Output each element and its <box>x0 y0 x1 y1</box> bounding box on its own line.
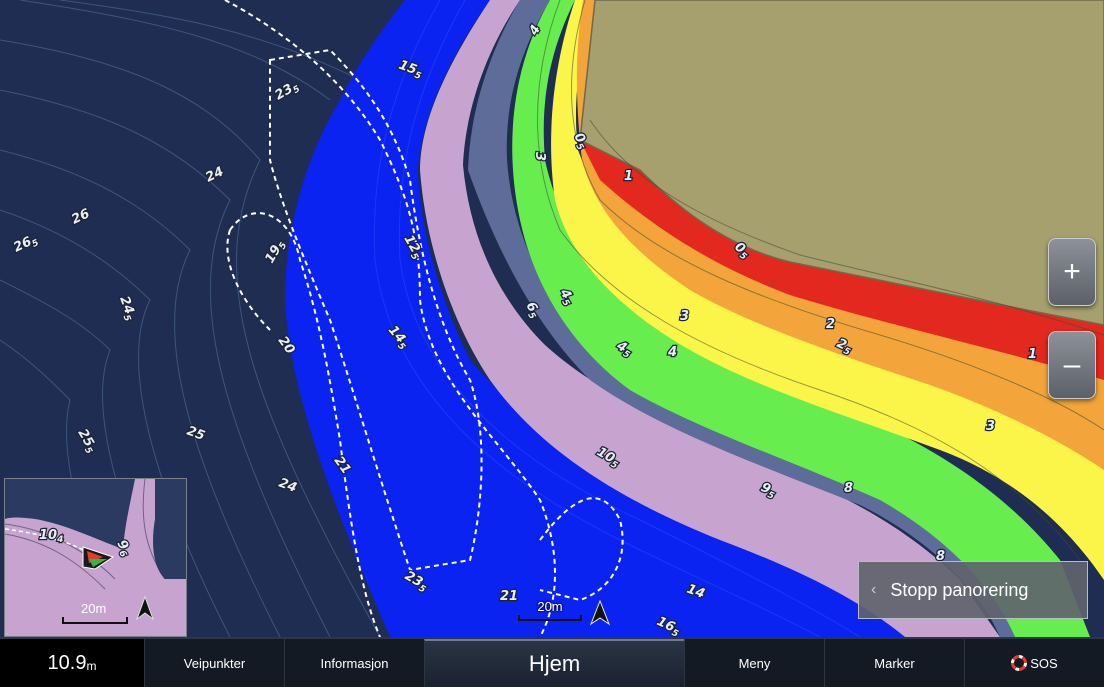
depth-sounding-label: 8 <box>844 481 853 496</box>
lifebuoy-icon <box>1011 655 1028 671</box>
home-button[interactable]: Hjem <box>424 639 684 687</box>
menu-label: Meny <box>738 655 771 671</box>
plus-icon: + <box>1063 255 1081 288</box>
bottom-toolbar: 10.9 m Veipunkter Informasjon Hjem Meny M… <box>0 637 1104 687</box>
stop-panning-button[interactable]: ‹ Stopp panorering <box>858 561 1088 619</box>
depth-unit: m <box>86 659 97 673</box>
mark-label: Marker <box>874 655 915 671</box>
depth-sounding-label: 1 <box>624 169 633 184</box>
depth-sounding-label: 3 <box>680 309 689 324</box>
depth-sounding-label: 3 <box>986 419 995 434</box>
scale-bar-line <box>518 615 582 621</box>
scale-bar: 20m <box>518 599 582 621</box>
depth-readout[interactable]: 10.9 m <box>0 639 144 687</box>
zoom-out-button[interactable]: – <box>1048 331 1096 399</box>
overview-inset-map[interactable]: 104 96 20m <box>4 478 187 637</box>
north-arrow-icon <box>590 600 610 626</box>
scale-label: 20m <box>537 599 563 614</box>
chevron-left-icon: ‹ <box>871 581 877 598</box>
zoom-in-button[interactable]: + <box>1048 238 1096 306</box>
depth-sounding-label: 1 <box>1028 347 1037 362</box>
inset-deep-area-right <box>153 479 186 579</box>
information-label: Informasjon <box>320 655 389 671</box>
depth-value: 10.9 <box>47 651 87 674</box>
depth-sounding-label: 21 <box>500 589 518 604</box>
sos-button[interactable]: SOS <box>964 639 1104 687</box>
mark-button[interactable]: Marker <box>824 639 964 687</box>
depth-sounding-label: 2 <box>826 317 835 332</box>
minus-icon: – <box>1063 348 1081 381</box>
information-button[interactable]: Informasjon <box>284 639 424 687</box>
depth-sounding-label: 3 <box>532 152 547 161</box>
inset-chart: 104 96 20m <box>5 479 186 636</box>
depth-sounding-label: 4 <box>667 345 677 360</box>
waypoints-button[interactable]: Veipunkter <box>144 639 284 687</box>
waypoints-label: Veipunkter <box>183 655 246 671</box>
sos-label: SOS <box>1030 655 1058 671</box>
inset-scale-label: 20m <box>81 601 106 616</box>
menu-button[interactable]: Meny <box>684 639 824 687</box>
home-label: Hjem <box>528 651 581 676</box>
stop-panning-label: Stopp panorering <box>890 579 1029 600</box>
